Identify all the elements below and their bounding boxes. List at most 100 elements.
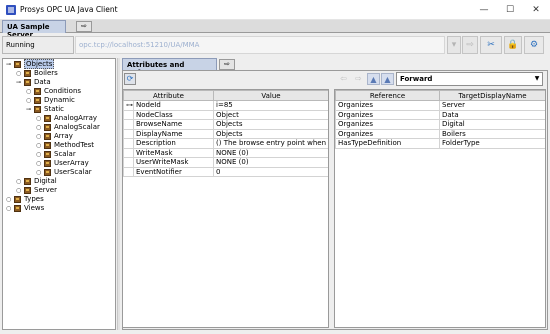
target-column-header[interactable]: TargetDisplayName — [439, 90, 545, 101]
attribute-value: 0 — [213, 166, 328, 177]
collapsed-toggle-icon[interactable]: ○ — [26, 87, 32, 96]
tree-node-conditions[interactable]: ○ Conditions — [3, 87, 115, 96]
row-marker — [123, 147, 134, 158]
tree-node-views[interactable]: ○ Views — [3, 204, 115, 213]
refresh-attributes-button[interactable]: ⟳ — [124, 73, 136, 85]
tree-node-label: Array — [54, 132, 73, 140]
tree-node-static[interactable]: ⊸ Static — [3, 105, 115, 114]
collapsed-toggle-icon[interactable]: ○ — [36, 159, 42, 168]
settings-button[interactable]: ⚙ — [524, 36, 544, 54]
tree-node-label: AnalogArray — [54, 114, 98, 122]
attribute-row[interactable]: UserWriteMask NONE (0) — [123, 157, 328, 168]
reference-row[interactable]: Organizes Data — [335, 109, 545, 120]
collapsed-toggle-icon[interactable]: ○ — [16, 69, 22, 78]
app-icon — [6, 5, 16, 15]
attribute-row[interactable]: WriteMask NONE (0) — [123, 147, 328, 158]
forward-arrow-icon[interactable]: ⇨ — [352, 73, 365, 85]
attribute-row[interactable]: NodeClass Object — [123, 109, 328, 120]
tree-node-scalar[interactable]: ○ Scalar — [3, 150, 115, 159]
reference-row[interactable]: Organizes Boilers — [335, 128, 545, 139]
attribute-name: DisplayName — [132, 128, 215, 139]
object-node-icon — [14, 61, 21, 68]
collapsed-toggle-icon[interactable]: ○ — [36, 141, 42, 150]
tree-node-userscalar[interactable]: ○ UserScalar — [3, 168, 115, 177]
collapsed-toggle-icon[interactable]: ○ — [6, 204, 12, 213]
tree-node-types[interactable]: ○ Types — [3, 195, 115, 204]
tree-node-data[interactable]: ⊸ Data — [3, 78, 115, 87]
connection-status: Running — [2, 36, 74, 54]
panel-splitter[interactable] — [117, 58, 120, 330]
close-button[interactable]: ✕ — [524, 2, 548, 18]
connect-button[interactable]: ⇨ — [462, 36, 478, 54]
chevron-down-icon[interactable]: ▼ — [532, 73, 542, 85]
tree-node-label: Data — [34, 78, 51, 86]
tree-node-label: Boilers — [34, 69, 58, 77]
direction-select[interactable]: Forward — [396, 72, 543, 86]
collapsed-toggle-icon[interactable]: ○ — [16, 177, 22, 186]
collapsed-toggle-icon[interactable]: ○ — [36, 114, 42, 123]
attribute-column-header[interactable]: Attribute — [123, 90, 215, 101]
attribute-row[interactable]: EventNotifier 0 — [123, 166, 328, 177]
expanded-toggle-icon[interactable]: ⊸ — [6, 60, 12, 69]
tab-ua-sample-server[interactable]: UA Sample Server — [2, 20, 66, 39]
tree-node-label: Static — [44, 105, 65, 113]
tree-node-array[interactable]: ○ Array — [3, 132, 115, 141]
collapsed-toggle-icon[interactable]: ○ — [16, 186, 22, 195]
tree-node-boilers[interactable]: ○ Boilers — [3, 69, 115, 78]
reference-row[interactable]: HasTypeDefinition FolderType — [335, 138, 545, 149]
minimize-button[interactable]: — — [472, 2, 496, 18]
tree-node-label: Dynamic — [44, 96, 75, 104]
reference-type: HasTypeDefinition — [335, 138, 440, 149]
tree-node-methodtest[interactable]: ○ MethodTest — [3, 141, 115, 150]
disconnect-button[interactable]: ✂ — [480, 36, 502, 54]
collapsed-toggle-icon[interactable]: ○ — [26, 96, 32, 105]
reference-target: Data — [439, 109, 545, 120]
filter-references-icon[interactable]: ▲ — [367, 73, 380, 85]
object-node-icon — [44, 133, 51, 140]
tree-node-digital[interactable]: ○ Digital — [3, 177, 115, 186]
row-marker: ⊶ — [123, 100, 134, 111]
back-arrow-icon[interactable]: ⇦ — [337, 73, 350, 85]
tree-node-label: Digital — [34, 177, 57, 185]
attribute-name: Description — [132, 138, 215, 149]
collapsed-toggle-icon[interactable]: ○ — [36, 150, 42, 159]
address-space-tree[interactable]: ⊸ Objects ○ Boilers ⊸ Data ○ Conditions ○ Dynamic… — [2, 58, 116, 330]
tree-node-analogarray[interactable]: ○ AnalogArray — [3, 114, 115, 123]
tab-attributes-and-references[interactable]: Attributes and References — [122, 58, 217, 77]
tree-node-server[interactable]: ○ Server — [3, 186, 115, 195]
add-server-tab-button[interactable]: ⇨ — [76, 21, 92, 32]
tree-node-objects[interactable]: ⊸ Objects — [3, 59, 115, 69]
tree-node-label: Conditions — [44, 87, 82, 95]
reference-row[interactable]: Organizes Digital — [335, 119, 545, 130]
object-node-icon — [24, 70, 31, 77]
add-view-tab-button[interactable]: ⇨ — [219, 59, 235, 70]
attribute-row[interactable]: BrowseName Objects — [123, 119, 328, 130]
collapsed-toggle-icon[interactable]: ○ — [36, 168, 42, 177]
attribute-row[interactable]: Description() The browse entry point whe… — [123, 138, 328, 149]
collapsed-toggle-icon[interactable]: ○ — [6, 195, 12, 204]
row-marker — [123, 119, 134, 130]
collapsed-toggle-icon[interactable]: ○ — [36, 123, 42, 132]
tree-node-dynamic[interactable]: ○ Dynamic — [3, 96, 115, 105]
server-url-field[interactable]: opc.tcp://localhost:51210/UA/MMA — [75, 36, 445, 54]
expanded-toggle-icon[interactable]: ⊸ — [26, 105, 32, 114]
tree-node-analogscalar[interactable]: ○ AnalogScalar — [3, 123, 115, 132]
object-node-icon — [44, 142, 51, 149]
reference-target: FolderType — [439, 138, 545, 149]
reference-column-header[interactable]: Reference — [335, 90, 440, 101]
attribute-value: () The browse entry point when l... — [213, 138, 328, 149]
filter-hierarchical-icon[interactable]: ▲ — [381, 73, 394, 85]
attribute-row[interactable]: DisplayName Objects — [123, 128, 328, 139]
expanded-toggle-icon[interactable]: ⊸ — [16, 78, 22, 87]
reference-target: Digital — [439, 119, 545, 130]
collapsed-toggle-icon[interactable]: ○ — [36, 132, 42, 141]
value-column-header[interactable]: Value — [213, 90, 328, 101]
security-lock-button[interactable]: 🔒 — [504, 36, 522, 54]
attribute-row[interactable]: ⊶ NodeId i=85 — [123, 100, 328, 111]
reference-row[interactable]: Organizes Server — [335, 100, 545, 111]
object-node-icon — [24, 178, 31, 185]
attribute-value: Objects — [213, 128, 328, 139]
tree-node-userarray[interactable]: ○ UserArray — [3, 159, 115, 168]
maximize-button[interactable]: ☐ — [498, 2, 522, 18]
url-dropdown-button[interactable]: ▾ — [447, 36, 461, 54]
